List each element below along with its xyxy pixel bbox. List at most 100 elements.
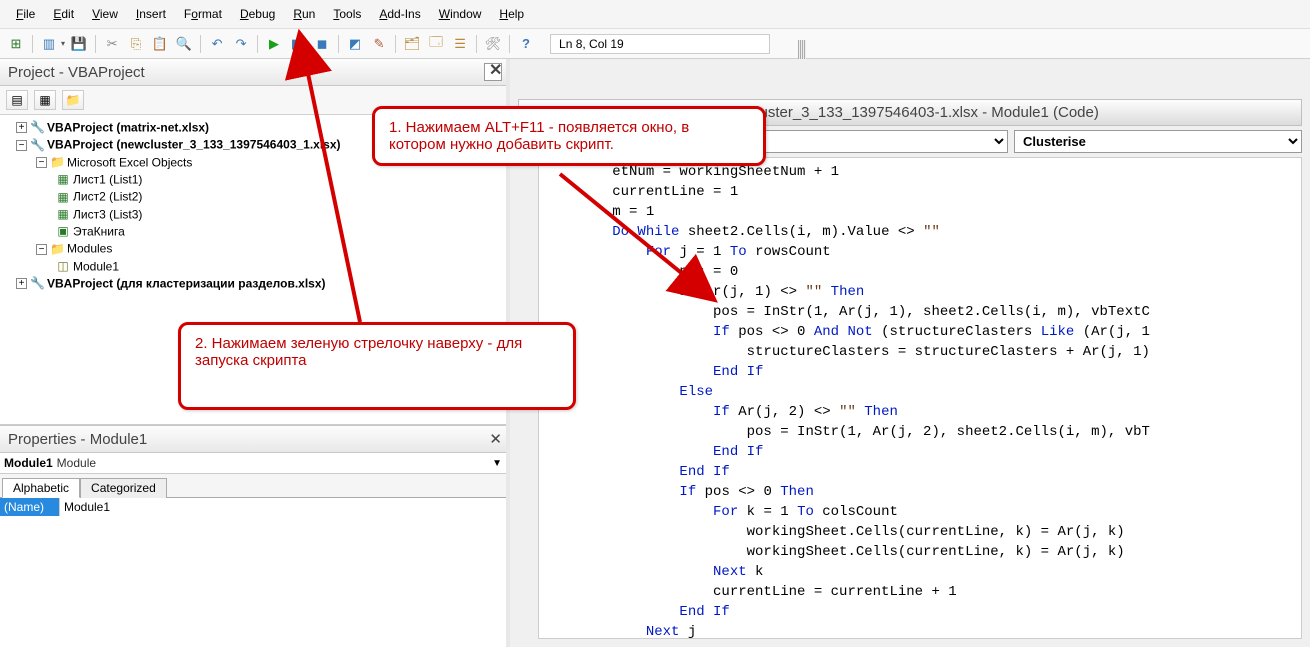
project-icon: 🔧	[30, 119, 44, 136]
code-line[interactable]: Next k	[545, 562, 1295, 582]
code-line[interactable]: If pos <> 0 Then	[545, 482, 1295, 502]
properties-panel-title: Properties - Module1	[8, 431, 147, 448]
code-line[interactable]: workingSheet.Cells(currentLine, k) = Ar(…	[545, 522, 1295, 542]
tree-project-3[interactable]: VBAProject (для кластеризации разделов.x…	[47, 276, 326, 290]
view-code-button[interactable]: ▤	[6, 90, 28, 110]
menu-window[interactable]: Window	[431, 4, 490, 24]
code-line[interactable]: pos = InStr(1, Ar(j, 2), sheet2.Cells(i,…	[545, 422, 1295, 442]
tree-sheet3[interactable]: Лист3 (List3)	[73, 207, 142, 221]
redo-button[interactable]: ↷	[231, 34, 251, 54]
code-line[interactable]: For k = 1 To colsCount	[545, 502, 1295, 522]
insert-dropdown-icon[interactable]: ▾	[61, 39, 65, 48]
find-button[interactable]: 🔍	[174, 34, 194, 54]
toolbox-button[interactable]: 🛠	[483, 34, 503, 54]
procedure-dropdown[interactable]: Clusterise	[1014, 130, 1302, 153]
tree-folder-modules[interactable]: Modules	[67, 242, 112, 256]
view-object-button[interactable]: ▦	[34, 90, 56, 110]
tree-sheet2[interactable]: Лист2 (List2)	[73, 190, 142, 204]
code-line[interactable]: structureClasters = structureClasters + …	[545, 342, 1295, 362]
menu-edit[interactable]: Edit	[45, 4, 82, 24]
menu-bar: File Edit View Insert Format Debug Run T…	[0, 0, 1310, 29]
insert-button[interactable]: ▥	[39, 34, 59, 54]
code-line[interactable]: If pos <> 0 And Not (structureClasters L…	[545, 322, 1295, 342]
view-excel-button[interactable]: ⊞	[6, 34, 26, 54]
menu-view[interactable]: View	[84, 4, 126, 24]
sheet-icon: ▦	[56, 171, 70, 188]
code-line[interactable]: For j = 1 To rowsCount	[545, 242, 1295, 262]
code-line[interactable]: pos = 0	[545, 262, 1295, 282]
menu-format[interactable]: Format	[176, 4, 230, 24]
help-button[interactable]: ?	[516, 34, 536, 54]
paste-button[interactable]: 📋	[150, 34, 170, 54]
code-line[interactable]: pos = InStr(1, Ar(j, 1), sheet2.Cells(i,…	[545, 302, 1295, 322]
properties-panel-close-button[interactable]: ✕	[489, 430, 502, 448]
menu-insert[interactable]: Insert	[128, 4, 174, 24]
design-mode-button[interactable]: ◩	[345, 34, 365, 54]
annotation-callout-2: 2. Нажимаем зеленую стрелочку наверху - …	[178, 322, 576, 410]
folder-icon: 📁	[50, 154, 64, 171]
cursor-position: Ln 8, Col 19	[550, 34, 770, 54]
code-line[interactable]: currentLine = 1	[545, 182, 1295, 202]
project-panel-header: Project - VBAProject ✕	[0, 59, 506, 86]
menu-run[interactable]: Run	[285, 4, 323, 24]
cut-button[interactable]: ✂	[102, 34, 122, 54]
annotation-callout-1: 1. Нажимаем ALT+F11 - появляется окно, в…	[372, 106, 766, 166]
code-line[interactable]: If Ar(j, 2) <> "" Then	[545, 402, 1295, 422]
property-row[interactable]: (Name) Module1	[0, 498, 506, 516]
code-line[interactable]: End If	[545, 442, 1295, 462]
toolbar: ⊞ ▥ ▾ 💾 ✂ ⎘ 📋 🔍 ↶ ↷ ▶ ▮▮ ◼ ◩ ✎ 🗂 🗔 ☰ 🛠 ?…	[0, 29, 1310, 59]
run-button[interactable]: ▶	[264, 34, 284, 54]
tree-project-2[interactable]: VBAProject (newcluster_3_133_1397546403_…	[47, 138, 341, 152]
properties-grid[interactable]: (Name) Module1	[0, 498, 506, 647]
menu-help[interactable]: Help	[491, 4, 532, 24]
project-panel-title: Project - VBAProject	[8, 64, 145, 81]
chevron-down-icon[interactable]: ▼	[492, 458, 502, 469]
tree-expand-icon[interactable]: +	[16, 122, 27, 133]
properties-button[interactable]: 🗔	[426, 34, 446, 54]
reset-button[interactable]: ◼	[312, 34, 332, 54]
object-browser-button[interactable]: ☰	[450, 34, 470, 54]
copy-button[interactable]: ⎘	[126, 34, 146, 54]
code-line[interactable]: currentLine = currentLine + 1	[545, 582, 1295, 602]
properties-panel-header: Properties - Module1 ✕	[0, 425, 506, 453]
save-button[interactable]: 💾	[69, 34, 89, 54]
tree-collapse-icon[interactable]: −	[36, 244, 47, 255]
code-line[interactable]: End If	[545, 462, 1295, 482]
code-line[interactable]: Else	[545, 382, 1295, 402]
code-line[interactable]: Next j	[545, 622, 1295, 639]
properties-object-name: Module1	[4, 456, 53, 470]
project-explorer-button[interactable]: 🗂	[402, 34, 422, 54]
toggle-folders-button[interactable]: 📁	[62, 90, 84, 110]
tab-alphabetic[interactable]: Alphabetic	[2, 478, 80, 498]
code-line[interactable]: workingSheet.Cells(currentLine, k) = Ar(…	[545, 542, 1295, 562]
code-editor[interactable]: etNum = workingSheetNum + 1 currentLine …	[538, 157, 1302, 639]
property-value-name[interactable]: Module1	[60, 498, 506, 516]
break-button[interactable]: ▮▮	[288, 34, 308, 54]
properties-object-selector[interactable]: Module1 Module ▼	[0, 453, 506, 474]
code-line[interactable]: m = 1	[545, 202, 1295, 222]
project-icon: 🔧	[30, 275, 44, 292]
code-line[interactable]: If Ar(j, 1) <> "" Then	[545, 282, 1295, 302]
design-mode2-button[interactable]: ✎	[369, 34, 389, 54]
menu-addins[interactable]: Add-Ins	[371, 4, 428, 24]
code-line[interactable]: End If	[545, 362, 1295, 382]
tree-folder-objects[interactable]: Microsoft Excel Objects	[67, 155, 192, 169]
menu-debug[interactable]: Debug	[232, 4, 283, 24]
tree-collapse-icon[interactable]: −	[16, 140, 27, 151]
undo-button[interactable]: ↶	[207, 34, 227, 54]
tab-categorized[interactable]: Categorized	[80, 478, 167, 498]
tree-expand-icon[interactable]: +	[16, 278, 27, 289]
tree-collapse-icon[interactable]: −	[36, 157, 47, 168]
tree-module1[interactable]: Module1	[73, 259, 119, 273]
menu-file[interactable]: File	[8, 4, 43, 24]
tree-sheet1[interactable]: Лист1 (List1)	[73, 172, 142, 186]
folder-icon: 📁	[50, 241, 64, 258]
tree-project-1[interactable]: VBAProject (matrix-net.xlsx)	[47, 120, 209, 134]
sheet-icon: ▦	[56, 189, 70, 206]
code-line[interactable]: Do While sheet2.Cells(i, m).Value <> ""	[545, 222, 1295, 242]
tree-workbook[interactable]: ЭтаКнига	[73, 224, 125, 238]
menu-tools[interactable]: Tools	[325, 4, 369, 24]
properties-tabs: Alphabetic Categorized	[0, 474, 506, 498]
code-line[interactable]: End If	[545, 602, 1295, 622]
project-panel-close-button[interactable]: ✕	[484, 63, 502, 81]
